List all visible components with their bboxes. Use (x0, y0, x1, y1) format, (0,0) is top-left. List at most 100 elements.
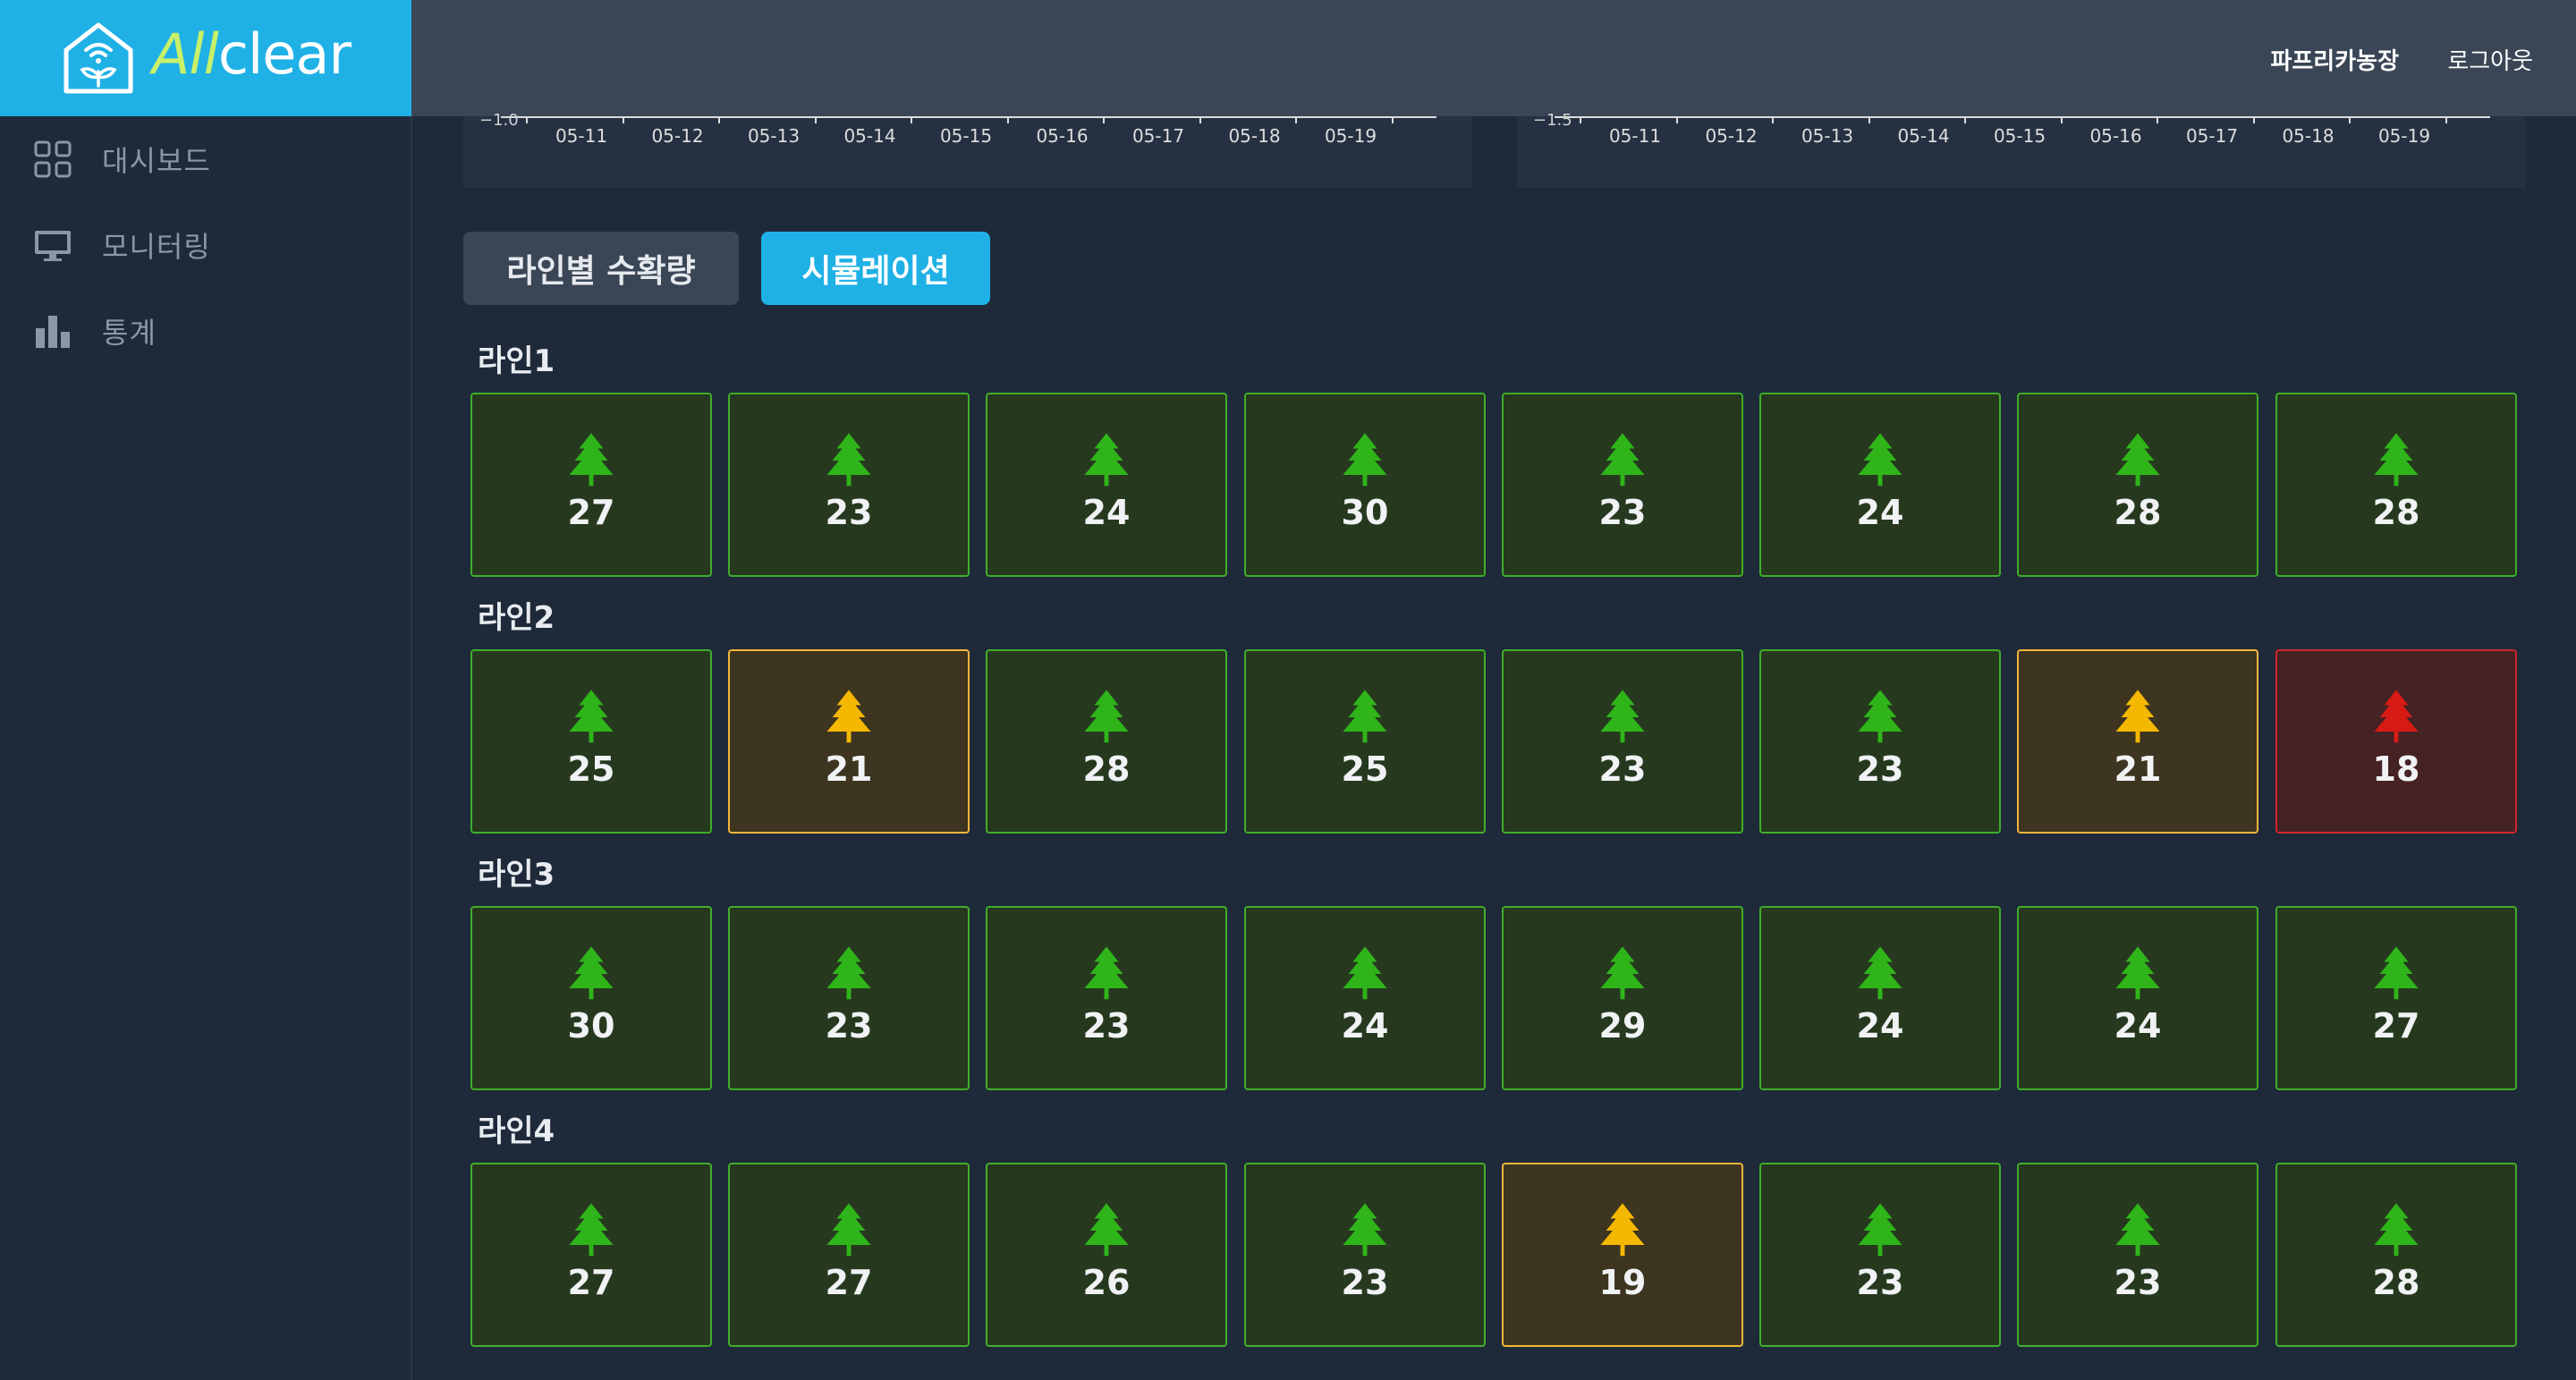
sidebar-item-statistics[interactable]: 통계 (34, 304, 157, 358)
plant-cell[interactable]: 21 (2017, 649, 2258, 834)
x-tick-label: 05-12 (651, 125, 704, 147)
brand-name: Allclear (152, 21, 352, 87)
tree-icon (1084, 946, 1129, 1000)
plant-cell[interactable]: 27 (470, 393, 712, 577)
x-tick-mark (2060, 116, 2063, 123)
plant-cell[interactable]: 23 (728, 393, 970, 577)
cell-value: 27 (567, 1263, 615, 1302)
plant-cell[interactable]: 30 (1244, 393, 1486, 577)
sidebar-item-dashboard[interactable]: 대시보드 (34, 132, 211, 186)
plant-cell[interactable]: 23 (1502, 649, 1743, 834)
plant-cell[interactable]: 27 (2275, 906, 2517, 1090)
tree-icon (826, 690, 871, 743)
plant-cell[interactable]: 24 (2017, 906, 2258, 1090)
x-tick-label: 05-18 (2282, 125, 2334, 147)
x-tick-label: 05-14 (1897, 125, 1950, 147)
plant-cell[interactable]: 23 (1759, 649, 2001, 834)
plant-cell[interactable]: 21 (728, 649, 970, 834)
plant-cell[interactable]: 24 (1759, 393, 2001, 577)
cell-value: 23 (2114, 1263, 2162, 1302)
tree-icon (569, 690, 614, 743)
grid-icon (34, 140, 72, 178)
sidebar-item-label: 통계 (102, 316, 157, 350)
tree-icon (569, 946, 614, 1000)
tree-icon (1600, 1203, 1645, 1257)
x-tick-mark (2157, 116, 2158, 123)
plant-cell[interactable]: 28 (2275, 1163, 2517, 1347)
cell-value: 24 (1856, 493, 1904, 532)
x-tick-label: 05-11 (1608, 125, 1662, 147)
x-tick-label: 05-19 (1324, 125, 1377, 147)
plant-cell[interactable]: 29 (1502, 906, 1743, 1090)
plant-cell[interactable]: 25 (470, 649, 712, 834)
tree-icon (1858, 690, 1902, 743)
line-title: 라인4 (478, 1113, 555, 1149)
line-title: 라인3 (478, 857, 555, 893)
plant-cell[interactable]: 28 (2275, 393, 2517, 577)
tree-icon (1600, 946, 1645, 1000)
tree-icon (2374, 433, 2419, 487)
sidebar-item-monitoring[interactable]: 모니터링 (34, 218, 211, 272)
plant-cell[interactable]: 28 (986, 649, 1227, 834)
plant-cell[interactable]: 24 (1759, 906, 2001, 1090)
plant-cell[interactable]: 23 (2017, 1163, 2258, 1347)
tree-icon (1858, 1203, 1902, 1257)
cell-value: 23 (1856, 1263, 1904, 1302)
cell-value: 23 (1341, 1263, 1389, 1302)
x-tick-label: 05-18 (1228, 125, 1281, 147)
plant-cell[interactable]: 27 (728, 1163, 970, 1347)
x-tick-label: 05-11 (555, 125, 608, 147)
plant-cell[interactable]: 23 (986, 906, 1227, 1090)
app-logo[interactable]: Allclear (0, 0, 411, 116)
cell-value: 25 (1341, 749, 1389, 789)
plant-cell[interactable]: 19 (1502, 1163, 1743, 1347)
plant-cell[interactable]: 24 (986, 393, 1227, 577)
x-tick-label: 05-17 (1131, 125, 1185, 147)
plant-cell[interactable]: 27 (470, 1163, 712, 1347)
tree-icon (569, 433, 614, 487)
plant-cell[interactable]: 23 (1244, 1163, 1486, 1347)
plant-cell[interactable]: 30 (470, 906, 712, 1090)
tree-icon (1343, 433, 1387, 487)
cell-value: 23 (1856, 749, 1904, 789)
tab-harvest-by-line[interactable]: 라인별 수확량 (463, 232, 739, 305)
cell-value: 23 (1082, 1006, 1131, 1046)
x-tick-mark (1868, 116, 1870, 123)
farm-name[interactable]: 파프리카농장 (2270, 43, 2399, 76)
sidebar-item-label: 대시보드 (102, 144, 211, 178)
monitor-icon (35, 231, 71, 261)
tree-icon (1600, 433, 1645, 487)
x-tick-label: 05-13 (747, 125, 801, 147)
x-tick-label: 05-16 (2089, 125, 2142, 147)
cell-value: 27 (2372, 1006, 2420, 1046)
cell-value: 27 (567, 493, 615, 532)
tree-icon (826, 433, 871, 487)
tree-icon (2115, 433, 2160, 487)
sidebar: Allclear 대시보드 모니터링 통계 (0, 0, 412, 1380)
plant-cell[interactable]: 23 (1759, 1163, 2001, 1347)
cell-value: 21 (2114, 749, 2162, 789)
tree-icon (1600, 690, 1645, 743)
x-tick-label: 05-14 (843, 125, 896, 147)
cell-value: 25 (567, 749, 615, 789)
plant-cell[interactable]: 23 (1502, 393, 1743, 577)
tree-icon (2115, 946, 2160, 1000)
x-tick-label: 05-16 (1036, 125, 1089, 147)
logout-button[interactable]: 로그아웃 (2447, 43, 2533, 76)
plant-cell[interactable]: 28 (2017, 393, 2258, 577)
plant-cell[interactable]: 18 (2275, 649, 2517, 834)
plant-cell[interactable]: 25 (1244, 649, 1486, 834)
cell-value: 27 (825, 1263, 873, 1302)
plant-cell[interactable]: 24 (1244, 906, 1486, 1090)
cell-value: 24 (1082, 493, 1131, 532)
plant-cell[interactable]: 26 (986, 1163, 1227, 1347)
cell-value: 30 (1341, 493, 1389, 532)
tree-icon (1084, 1203, 1129, 1257)
x-tick-mark (2349, 116, 2351, 123)
tab-simulation[interactable]: 시뮬레이션 (761, 232, 990, 305)
cell-value: 26 (1082, 1263, 1131, 1302)
cell-value: 28 (2372, 493, 2420, 532)
tree-icon (1343, 690, 1387, 743)
plant-cell[interactable]: 23 (728, 906, 970, 1090)
chart-right-bottom: −1.5 05-11 05-12 05-13 05-14 05-15 05-16 05-17 0… (1517, 111, 2526, 188)
